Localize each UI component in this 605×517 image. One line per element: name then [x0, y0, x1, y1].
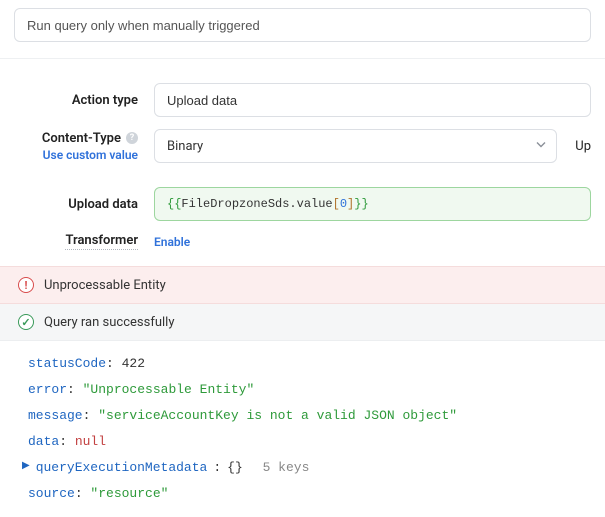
transformer-label: Transformer: [14, 233, 154, 250]
result-data: data: null: [22, 429, 583, 455]
content-type-select[interactable]: Binary: [154, 129, 557, 163]
result-status-code: statusCode: 422: [22, 351, 583, 377]
help-icon: ?: [126, 132, 138, 144]
result-message: message: "serviceAccountKey is not a val…: [22, 403, 583, 429]
action-type-input[interactable]: [154, 83, 591, 117]
content-type-label: Content-Type ? Use custom value: [14, 131, 154, 162]
use-custom-value-link[interactable]: Use custom value: [43, 148, 138, 162]
chevron-down-icon: [536, 139, 546, 154]
success-banner: ✓ Query ran successfully: [0, 304, 605, 341]
action-type-label: Action type: [14, 93, 154, 108]
success-icon: ✓: [18, 314, 34, 330]
result-error: error: "Unprocessable Entity": [22, 377, 583, 403]
upload-partial-label: Up: [575, 139, 591, 154]
upload-data-code-input[interactable]: {{FileDropzoneSds.value[0]}}: [154, 187, 591, 221]
enable-transformer-link[interactable]: Enable: [154, 235, 190, 249]
error-banner-text: Unprocessable Entity: [44, 278, 166, 293]
success-banner-text: Query ran successfully: [44, 315, 174, 330]
upload-data-label: Upload data: [14, 197, 154, 212]
expand-arrow-icon[interactable]: ▶: [22, 457, 30, 477]
query-trigger-mode-input[interactable]: [14, 8, 591, 42]
result-source: source: "resource": [22, 481, 583, 507]
error-icon: !: [18, 277, 34, 293]
error-banner: ! Unprocessable Entity: [0, 266, 605, 304]
query-result: statusCode: 422 error: "Unprocessable En…: [0, 341, 605, 517]
result-query-metadata[interactable]: ▶ queryExecutionMetadata: {} 5 keys: [22, 455, 583, 481]
